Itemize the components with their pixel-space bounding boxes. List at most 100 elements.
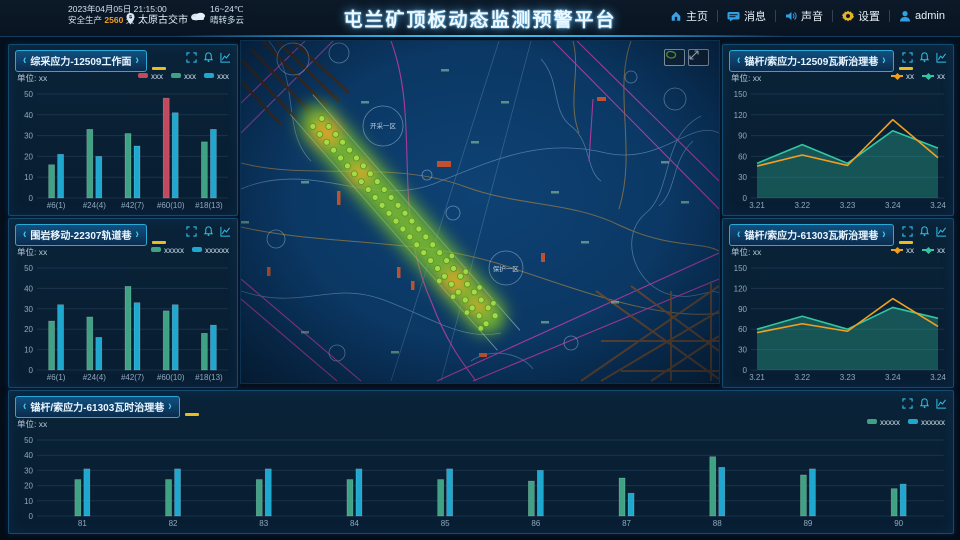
nav-home[interactable]: 主页 [661, 8, 717, 24]
svg-text:20: 20 [24, 325, 33, 334]
panel-title-capsule: ‹ 锚杆/索应力-61303瓦时治理巷 › [15, 396, 180, 418]
svg-text:0: 0 [29, 194, 34, 203]
chevron-right-icon: › [882, 53, 885, 68]
svg-text:3.24: 3.24 [885, 373, 901, 382]
svg-text:60: 60 [738, 325, 747, 334]
trend-icon[interactable] [220, 52, 231, 63]
chart-legend: xxxxxxxxx [138, 72, 229, 81]
chart-legend: xxxxxxxxxxx [151, 246, 229, 255]
svg-text:3.21: 3.21 [749, 201, 765, 210]
svg-text:40: 40 [24, 111, 33, 120]
panel-toolbar [902, 52, 947, 63]
line-chart: 03060901201503.213.223.233.243.24 [727, 88, 949, 211]
svg-text:30: 30 [738, 346, 747, 355]
title-underline-dash [185, 413, 199, 416]
expand-icon[interactable] [186, 52, 197, 63]
unit-label: 单位: xx [731, 73, 761, 83]
svg-text:81: 81 [78, 519, 87, 528]
panel-bolt-stress-61303-hourly: ‹锚杆/索应力-61303瓦时治理巷› 单位: xxxxxxxxxxxxx 01… [8, 390, 954, 534]
map-fullscreen-button[interactable] [688, 49, 709, 66]
chart-legend: xxxx [891, 246, 945, 255]
mine-map-drawing [241, 41, 719, 383]
chevron-right-icon: › [135, 227, 138, 242]
home-icon [670, 10, 682, 22]
svg-text:#60(10): #60(10) [157, 201, 185, 210]
svg-text:3.24: 3.24 [930, 201, 946, 210]
unit-label: 单位: xx [17, 73, 47, 83]
svg-text:90: 90 [738, 305, 747, 314]
map-zone-label: 保护一区 [493, 263, 519, 273]
alarm-icon[interactable] [203, 52, 214, 63]
bar-chart: 0102030405081828384858687888990 [13, 434, 949, 529]
svg-text:3.22: 3.22 [794, 373, 810, 382]
svg-text:0: 0 [743, 194, 748, 203]
trend-icon[interactable] [936, 52, 947, 63]
gear-icon [842, 10, 854, 22]
trend-icon[interactable] [936, 226, 947, 237]
expand-icon[interactable] [186, 226, 197, 237]
alarm-icon[interactable] [919, 398, 930, 409]
alarm-icon[interactable] [919, 226, 930, 237]
chevron-left-icon: ‹ [23, 399, 26, 414]
sound-icon [785, 10, 797, 22]
svg-text:#6(1): #6(1) [47, 373, 66, 382]
panel-title: 围岩移动-22307轨道巷 [30, 227, 131, 242]
panel-bolt-stress-61303: ‹锚杆/索应力-61303瓦斯治理巷› 单位: xxxxxx 030609012… [722, 218, 954, 388]
bar-chart: 01020304050#6(1)#24(4)#42(7)#60(10)#18(1… [13, 262, 233, 383]
svg-text:3.22: 3.22 [794, 201, 810, 210]
svg-text:20: 20 [24, 152, 33, 161]
svg-text:50: 50 [24, 436, 33, 445]
svg-text:3.21: 3.21 [749, 373, 765, 382]
svg-text:#24(4): #24(4) [83, 201, 106, 210]
svg-text:#18(13): #18(13) [195, 373, 223, 382]
bar-chart: 01020304050#6(1)#24(4)#42(7)#60(10)#18(1… [13, 88, 233, 211]
svg-text:30: 30 [24, 466, 33, 475]
user-icon [899, 10, 911, 22]
svg-text:84: 84 [350, 519, 359, 528]
svg-text:50: 50 [24, 264, 33, 273]
svg-text:88: 88 [713, 519, 722, 528]
panel-mining-stress: ‹综采应力-12509工作面› 单位: xxxxxxxxxxx 01020304… [8, 44, 238, 216]
nav-settings[interactable]: 设置 [833, 8, 889, 24]
panel-title: 综采应力-12509工作面 [30, 53, 131, 68]
panel-title-capsule: ‹围岩移动-22307轨道巷› [15, 224, 147, 246]
expand-icon[interactable] [902, 52, 913, 63]
chevron-left-icon: ‹ [23, 53, 26, 68]
trend-icon[interactable] [220, 226, 231, 237]
mine-map-panel[interactable]: 开采一区 保护一区 [240, 40, 720, 384]
line-chart: 03060901201503.213.223.233.243.24 [727, 262, 949, 383]
svg-text:30: 30 [738, 173, 747, 182]
unit-label: 单位: xx [731, 247, 761, 257]
svg-text:#18(13): #18(13) [195, 201, 223, 210]
header-nav: 主页 消息 声音 设置 [661, 8, 954, 24]
expand-icon[interactable] [902, 398, 913, 409]
chevron-left-icon: ‹ [737, 227, 740, 242]
svg-text:3.23: 3.23 [840, 373, 856, 382]
trend-icon[interactable] [936, 398, 947, 409]
title-underline-dash [152, 241, 166, 244]
alarm-icon[interactable] [203, 226, 214, 237]
svg-text:10: 10 [24, 497, 33, 506]
panel-bolt-stress-12509: ‹锚杆/索应力-12509瓦斯治理巷› 单位: xxxxxx 030609012… [722, 44, 954, 216]
alarm-icon[interactable] [919, 52, 930, 63]
nav-sound[interactable]: 声音 [776, 8, 832, 24]
svg-text:85: 85 [441, 519, 450, 528]
svg-text:50: 50 [24, 90, 33, 99]
svg-text:10: 10 [24, 346, 33, 355]
svg-text:87: 87 [622, 519, 631, 528]
nav-admin[interactable]: admin [890, 10, 954, 22]
svg-text:120: 120 [734, 284, 748, 293]
chevron-right-icon: › [882, 227, 885, 242]
svg-text:60: 60 [738, 152, 747, 161]
panel-toolbar [902, 226, 947, 237]
map-region-button[interactable] [664, 49, 685, 66]
panel-title: 锚杆/索应力-61303瓦时治理巷 [30, 399, 164, 414]
panel-toolbar [902, 398, 947, 409]
expand-icon[interactable] [902, 226, 913, 237]
chevron-right-icon: › [168, 399, 171, 414]
svg-text:0: 0 [29, 366, 34, 375]
nav-messages[interactable]: 消息 [718, 8, 775, 24]
chart-legend: xxxxxxxxxxx [867, 418, 945, 427]
panel-title-capsule: ‹综采应力-12509工作面› [15, 50, 147, 72]
panel-title-capsule: ‹锚杆/索应力-61303瓦斯治理巷› [729, 224, 894, 246]
